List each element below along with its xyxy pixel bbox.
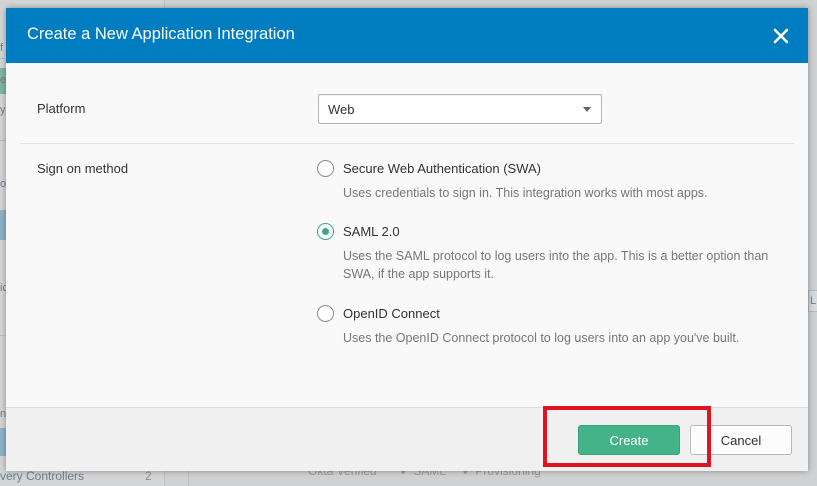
platform-select[interactable]: Web xyxy=(318,94,602,124)
background-right-fragment: L xyxy=(810,295,817,307)
option-label-openid-connect[interactable]: OpenID Connect xyxy=(343,306,440,321)
dialog-header: Create a New Application Integration xyxy=(6,8,808,63)
option-description-saml-2-0: Uses the SAML protocol to log users into… xyxy=(343,249,769,281)
platform-label: Platform xyxy=(37,101,86,116)
sign-on-method-label: Sign on method xyxy=(37,161,129,176)
option-description-openid-connect: Uses the OpenID Connect protocol to log … xyxy=(343,331,740,345)
background-sidebar-fragment: f xyxy=(0,42,4,54)
radio-openid-connect[interactable] xyxy=(317,305,334,322)
chevron-down-icon xyxy=(583,107,591,112)
background-sidebar-count: 2 xyxy=(145,469,152,483)
option-description-swa: Uses credentials to sign in. This integr… xyxy=(343,186,708,200)
radio-swa[interactable] xyxy=(317,160,334,177)
option-label-saml-2-0[interactable]: SAML 2.0 xyxy=(343,224,400,239)
section-divider xyxy=(20,143,794,144)
page: f e yc op ic n very Controllers 2 Okta V… xyxy=(0,0,817,486)
dialog-footer: Create Cancel xyxy=(6,407,808,471)
option-label-swa[interactable]: Secure Web Authentication (SWA) xyxy=(343,161,541,176)
dialog-title: Create a New Application Integration xyxy=(27,25,295,43)
create-app-integration-dialog: Create a New Application Integration Pla… xyxy=(6,8,808,471)
create-button[interactable]: Create xyxy=(578,425,680,455)
close-icon[interactable] xyxy=(770,25,792,47)
cancel-button[interactable]: Cancel xyxy=(690,425,792,455)
platform-select-value: Web xyxy=(328,102,355,117)
radio-saml-2-0[interactable] xyxy=(317,223,334,240)
background-sidebar-link: very Controllers xyxy=(0,469,85,483)
